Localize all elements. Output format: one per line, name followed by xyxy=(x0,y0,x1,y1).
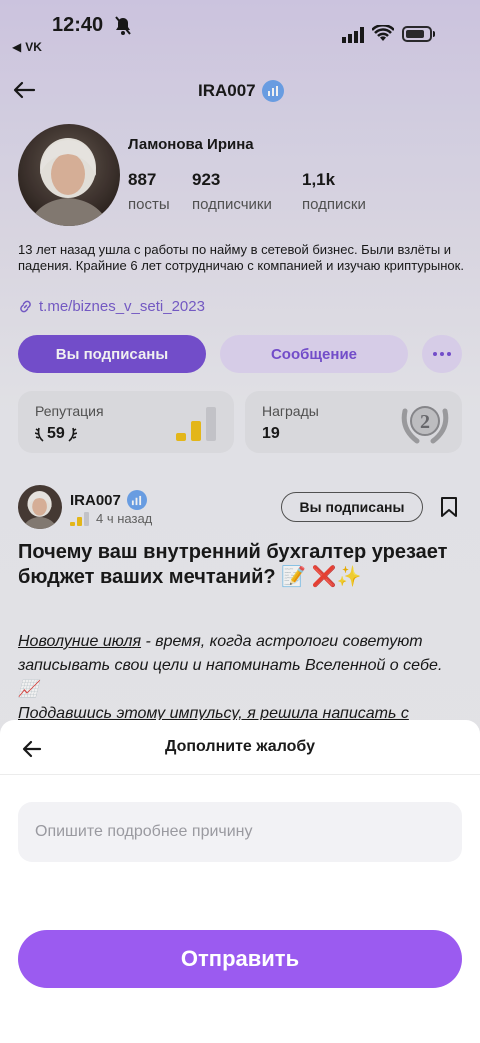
profile-page: 12:40 ◀ VK IRA007 Ламонова Ирина 887 пос… xyxy=(0,0,480,1043)
sheet-title: Дополните жалобу xyxy=(165,738,315,755)
submit-button[interactable]: Отправить xyxy=(18,930,462,988)
sheet-divider xyxy=(0,774,480,775)
complaint-reason-input[interactable] xyxy=(18,802,462,862)
complaint-sheet: Дополните жалобу Отправить xyxy=(0,720,480,1043)
